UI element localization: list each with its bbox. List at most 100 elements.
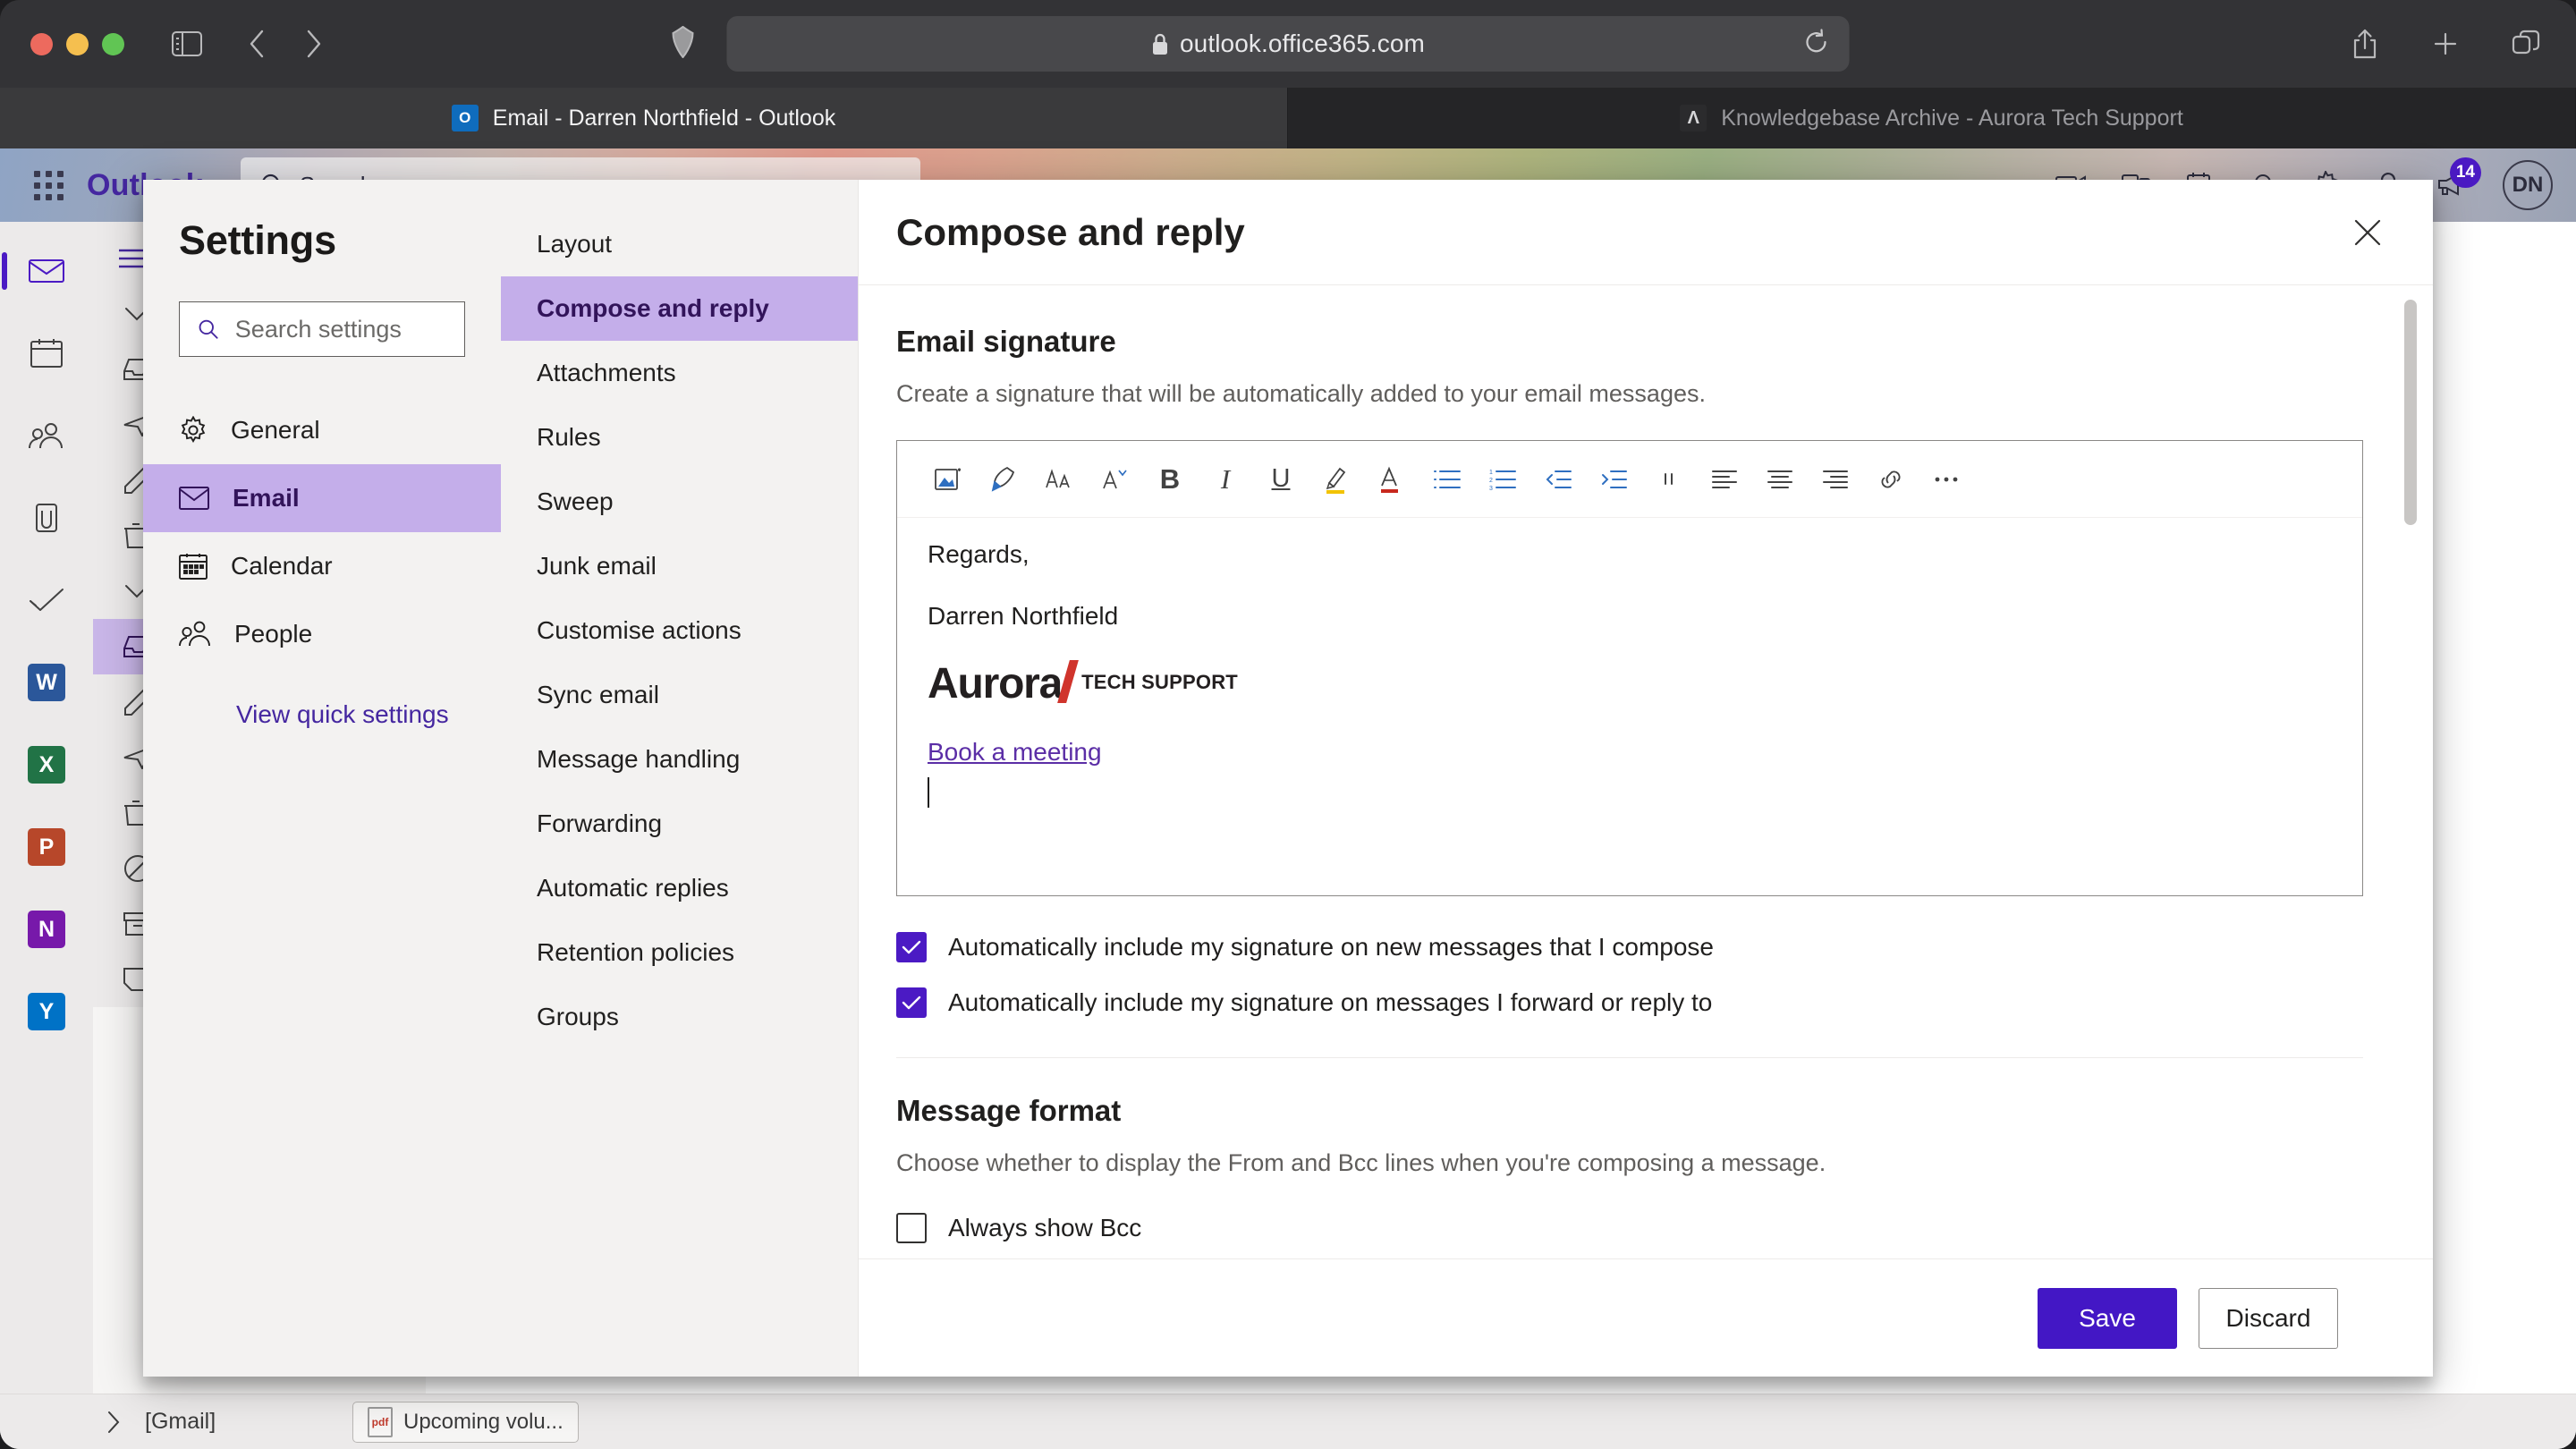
maximize-window-button[interactable] [102,32,124,55]
close-window-button[interactable] [30,32,53,55]
app-rail-item-powerpoint[interactable]: P [14,819,79,875]
app-launcher-icon[interactable] [34,170,64,200]
browser-tab-knowledgebase[interactable]: Λ Knowledgebase Archive - Aurora Tech Su… [1288,88,2576,148]
app-rail-item-calendar[interactable] [14,326,79,381]
subnav-item-junk-email[interactable]: Junk email [501,534,858,598]
privacy-shield-icon[interactable] [672,25,695,63]
settings-search-box[interactable] [179,301,465,357]
align-right-icon[interactable] [1808,452,1863,507]
panel-footer: Save Discard [859,1258,2433,1377]
view-quick-settings-link[interactable]: View quick settings [143,700,501,729]
download-chip[interactable]: pdf Upcoming volu... [352,1401,579,1443]
more-options-icon[interactable] [1919,452,1974,507]
settings-category-label: Email [233,484,300,512]
underline-icon[interactable]: U [1253,452,1309,507]
subnav-item-automatic-replies[interactable]: Automatic replies [501,856,858,920]
reload-button-icon[interactable] [1803,28,1830,60]
checkbox-forward-reply[interactable] [896,987,927,1018]
save-button[interactable]: Save [2038,1287,2177,1349]
signature-content[interactable]: Regards, Darren Northfield Aurora TECH S… [897,518,2362,827]
settings-category-label: Calendar [231,552,333,580]
gear-icon [181,416,206,444]
aurora-logo-wordmark: Aurora [928,660,1063,708]
decrease-indent-icon[interactable] [1530,452,1586,507]
search-icon [199,319,218,339]
email-signature-heading: Email signature [896,325,1116,358]
onenote-icon: N [28,911,65,948]
window-traffic-lights [30,32,124,55]
subnav-item-sync-email[interactable]: Sync email [501,663,858,727]
app-rail: W X P N Y [0,222,93,1449]
browser-tab-outlook[interactable]: O Email - Darren Northfield - Outlook [0,88,1288,148]
numbered-list-icon[interactable]: 1 2 3 [1475,452,1530,507]
signature-editor[interactable]: B I U 123 Regards, Darren Northfield Aur… [896,440,2363,896]
settings-category-general[interactable]: General [143,396,501,464]
checkbox-row-always-show-bcc[interactable]: Always show Bcc [896,1213,2433,1243]
checkbox-always-show-bcc[interactable] [896,1213,927,1243]
app-rail-item-word[interactable]: W [14,655,79,710]
settings-category-list: General Email Calendar People [143,396,501,668]
shrink-font-icon[interactable] [1087,452,1142,507]
settings-search-input[interactable] [234,315,446,343]
insert-link-icon[interactable] [1863,452,1919,507]
signature-booking-link[interactable]: Book a meeting [928,735,2332,770]
subnav-item-rules[interactable]: Rules [501,405,858,470]
email-signature-description: Create a signature that will be automati… [896,380,1706,407]
tab-overview-icon[interactable] [2503,21,2549,67]
bold-icon[interactable]: B [1142,452,1198,507]
checkbox-new-messages[interactable] [896,932,927,962]
settings-subnav: Layout Compose and reply Attachments Rul… [501,180,859,1377]
address-bar[interactable]: outlook.office365.com [726,16,1850,72]
forward-button-icon[interactable] [291,21,337,67]
subnav-item-compose-and-reply[interactable]: Compose and reply [501,276,858,341]
powerpoint-icon: P [28,828,65,866]
checkbox-row-forward-reply[interactable]: Automatically include my signature on me… [896,987,2433,1018]
bulleted-list-icon[interactable] [1419,452,1475,507]
settings-category-email[interactable]: Email [143,464,501,532]
sidebar-toggle-icon[interactable] [164,21,210,67]
settings-title: Settings [179,217,336,263]
app-rail-item-to-do[interactable] [14,572,79,628]
insert-picture-icon[interactable] [920,452,976,507]
app-rail-item-mail[interactable] [2,243,79,299]
checkbox-label: Always show Bcc [948,1214,1142,1241]
settings-category-calendar[interactable]: Calendar [143,532,501,600]
app-rail-item-people[interactable] [14,408,79,463]
minimize-window-button[interactable] [66,32,89,55]
vertical-scrollbar[interactable] [2404,300,2417,525]
back-button-icon[interactable] [233,21,280,67]
new-tab-icon[interactable] [2422,21,2469,67]
subnav-item-retention-policies[interactable]: Retention policies [501,920,858,985]
quote-icon[interactable] [1641,452,1697,507]
subnav-item-attachments[interactable]: Attachments [501,341,858,405]
app-rail-item-excel[interactable]: X [14,737,79,792]
share-icon[interactable] [2342,21,2388,67]
subnav-item-forwarding[interactable]: Forwarding [501,792,858,856]
tab-title: Knowledgebase Archive - Aurora Tech Supp… [1721,105,2183,131]
align-center-icon[interactable] [1752,452,1808,507]
avatar[interactable]: DN [2503,160,2553,210]
app-rail-item-yammer[interactable]: Y [14,984,79,1039]
highlight-icon[interactable] [1309,452,1364,507]
subnav-item-layout[interactable]: Layout [501,212,858,276]
grow-font-icon[interactable] [1031,452,1087,507]
italic-icon[interactable]: I [1198,452,1253,507]
app-rail-item-onenote[interactable]: N [14,902,79,957]
page-title: Compose and reply [896,210,1245,253]
close-icon[interactable] [2352,217,2383,248]
folder-tree-gmail[interactable]: [Gmail] [0,1409,333,1435]
subnav-item-sweep[interactable]: Sweep [501,470,858,534]
increase-indent-icon[interactable] [1586,452,1641,507]
app-rail-item-files[interactable] [14,490,79,546]
browser-toolbar: outlook.office365.com [0,0,2576,88]
announcements-icon[interactable]: 14 [2436,157,2481,199]
settings-category-people[interactable]: People [143,600,501,668]
subnav-item-groups[interactable]: Groups [501,985,858,1049]
subnav-item-message-handling[interactable]: Message handling [501,727,858,792]
subnav-item-customise-actions[interactable]: Customise actions [501,598,858,663]
format-painter-icon[interactable] [976,452,1031,507]
align-left-icon[interactable] [1697,452,1752,507]
checkbox-row-new-messages[interactable]: Automatically include my signature on ne… [896,932,2433,962]
font-color-icon[interactable] [1364,452,1419,507]
discard-button[interactable]: Discard [2199,1287,2338,1349]
